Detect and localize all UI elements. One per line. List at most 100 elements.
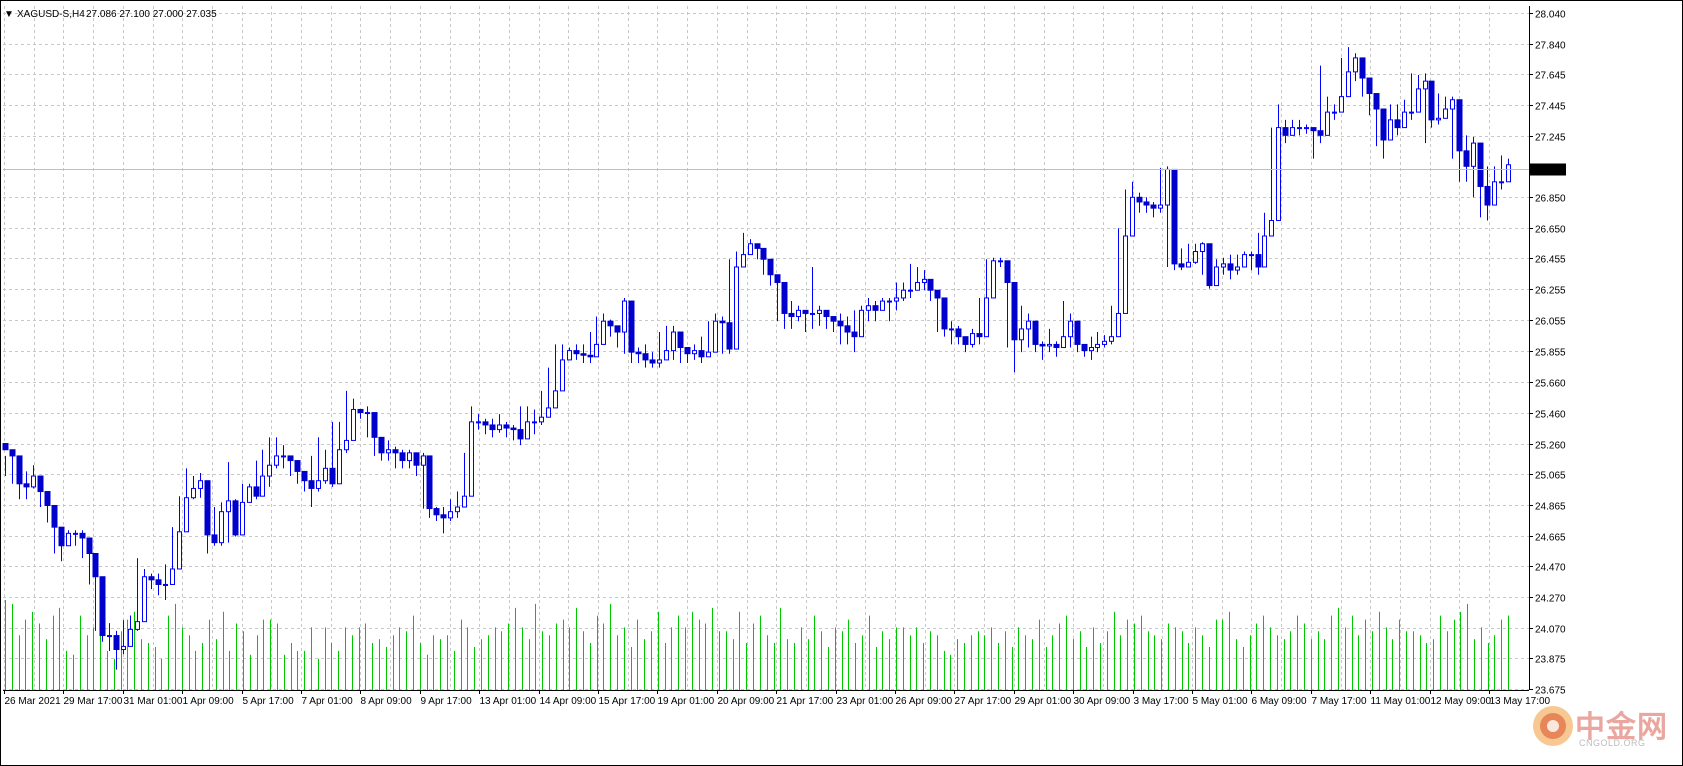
candle-body-bull [323, 467, 328, 482]
candle-body-bear [426, 455, 433, 510]
candle-body-bear [1032, 320, 1039, 345]
candle-body-bull [469, 421, 474, 497]
x-tick-label: 5 Apr 17:00 [243, 696, 295, 707]
candle-body-bear [308, 480, 315, 489]
candle-body-bear [580, 353, 587, 356]
candle-body-bear [1206, 243, 1213, 287]
candle-body-bull [1423, 80, 1428, 90]
candle-body-bear [16, 455, 23, 485]
candle-body-bear [211, 534, 218, 544]
y-tick-label: 25.855 [1535, 348, 1566, 359]
candle-body-bear [1227, 263, 1234, 271]
candle-body-bull [1436, 117, 1441, 121]
candle-body-bear [1477, 142, 1484, 187]
x-tick-label: 13 Apr 01:00 [480, 696, 537, 707]
candle-body-bull [859, 309, 864, 338]
candle-body-bull [622, 300, 627, 333]
candle-body-bear [684, 347, 691, 355]
candle-body-bull [741, 254, 746, 268]
candle-body-bear [371, 412, 378, 438]
x-tick-label: 14 Apr 09:00 [540, 696, 597, 707]
candle-body-bull [170, 568, 175, 585]
candle-body-bull [1235, 266, 1240, 271]
header-marker[interactable]: ▼ [4, 9, 14, 20]
candle-body-bull [240, 501, 245, 536]
x-tick-label: 26 Apr 09:00 [896, 696, 953, 707]
candle-body-bull [1200, 243, 1205, 252]
candle-body-bull [191, 487, 196, 499]
candle-body-bull [984, 297, 989, 338]
candle-body-bull [810, 312, 815, 315]
candle-body-bull [1325, 111, 1330, 136]
y-tick-label: 26.055 [1535, 317, 1566, 328]
candle-body-bull [107, 635, 112, 638]
price-chart[interactable]: 28.040 27.840 27.645 27.445 27.245 27.035 26.8… [0, 0, 1683, 766]
x-tick-label: 7 May 17:00 [1312, 696, 1367, 707]
candle-body-bear [698, 350, 705, 358]
candle-body-bear [1074, 320, 1081, 345]
candle-body-bear [1178, 263, 1185, 268]
candle-body-bear [955, 328, 962, 338]
candle-body-bear [23, 483, 30, 488]
y-axis-labels: 28.040 27.840 27.645 27.445 27.245 27.035 26.8… [1535, 10, 1566, 697]
chart-window[interactable]: 28.040 27.840 27.645 27.445 27.245 27.035 26.8… [0, 0, 1683, 766]
candle-body-bull [539, 416, 544, 423]
candle-body-bear [413, 452, 420, 466]
candle-body-bull [1221, 263, 1226, 268]
candle-body-bull [386, 449, 391, 454]
candle-body-bull [922, 278, 927, 283]
candle-body-bear [92, 552, 99, 578]
x-tick-label: 20 Apr 09:00 [718, 696, 775, 707]
candle-body-bull [1047, 343, 1052, 347]
candle-body-bull [601, 320, 606, 345]
y-tick-label: 25.065 [1535, 471, 1566, 482]
y-tick-label: 24.470 [1535, 563, 1566, 574]
candle-body-bull [915, 281, 920, 291]
candle-body-bull [135, 621, 140, 630]
y-tick-label: 24.070 [1535, 625, 1566, 636]
candle-body-bull [901, 289, 906, 299]
candle-body-bull [1242, 254, 1247, 268]
candle-body-bear [155, 579, 162, 585]
candle-body-bull [1019, 328, 1024, 341]
candle-body-bear [1011, 281, 1018, 341]
chart-header: ▼ XAGUSD-S,H4 27.086 27.100 27.000 27.03… [4, 9, 217, 20]
candle-body-bear [378, 436, 385, 454]
candle-body-bull [692, 350, 697, 355]
candle-body-bull [1193, 250, 1198, 263]
candle-body-bull [351, 408, 356, 441]
candle-body-bull [73, 532, 78, 535]
candle-body-bear [329, 467, 336, 485]
candle-body-bull [198, 480, 203, 489]
candle-body-bear [1463, 150, 1470, 167]
candle-body-bull [344, 439, 349, 451]
candle-body-bear [9, 449, 16, 457]
x-tick-label: 30 Apr 09:00 [1074, 696, 1131, 707]
candle-body-bear [287, 455, 294, 462]
candle-body-bull [1304, 127, 1309, 130]
candle-body-bull [247, 486, 252, 503]
candle-body-bear [934, 289, 941, 299]
candle-body-bull [1332, 111, 1337, 114]
candle-body-bull [462, 495, 467, 508]
candle-body-bull [31, 475, 36, 488]
candle-body-bull [421, 455, 426, 466]
candle-body-bull [1499, 181, 1504, 184]
candle-body-bear [767, 258, 774, 276]
candle-body-bear [37, 475, 44, 493]
y-tick-label: 23.875 [1535, 655, 1566, 666]
candle-body-bull [866, 305, 871, 311]
candle-body-bull [894, 297, 899, 302]
candle-body-bear [1428, 80, 1435, 121]
candle-body-bull [991, 260, 996, 299]
candle-body-bear [1366, 77, 1373, 95]
candle-body-bear [294, 460, 301, 472]
candle-body-bear [51, 504, 58, 528]
candle-body-bull [1249, 254, 1254, 257]
candle-body-bear [941, 297, 948, 330]
candle-body-bull [594, 343, 599, 358]
x-tick-label: 31 Mar 01:00 [124, 696, 183, 707]
candle-body-bull [970, 333, 975, 345]
y-tick-label: 25.460 [1535, 410, 1566, 421]
candle-body-bull [184, 497, 189, 533]
